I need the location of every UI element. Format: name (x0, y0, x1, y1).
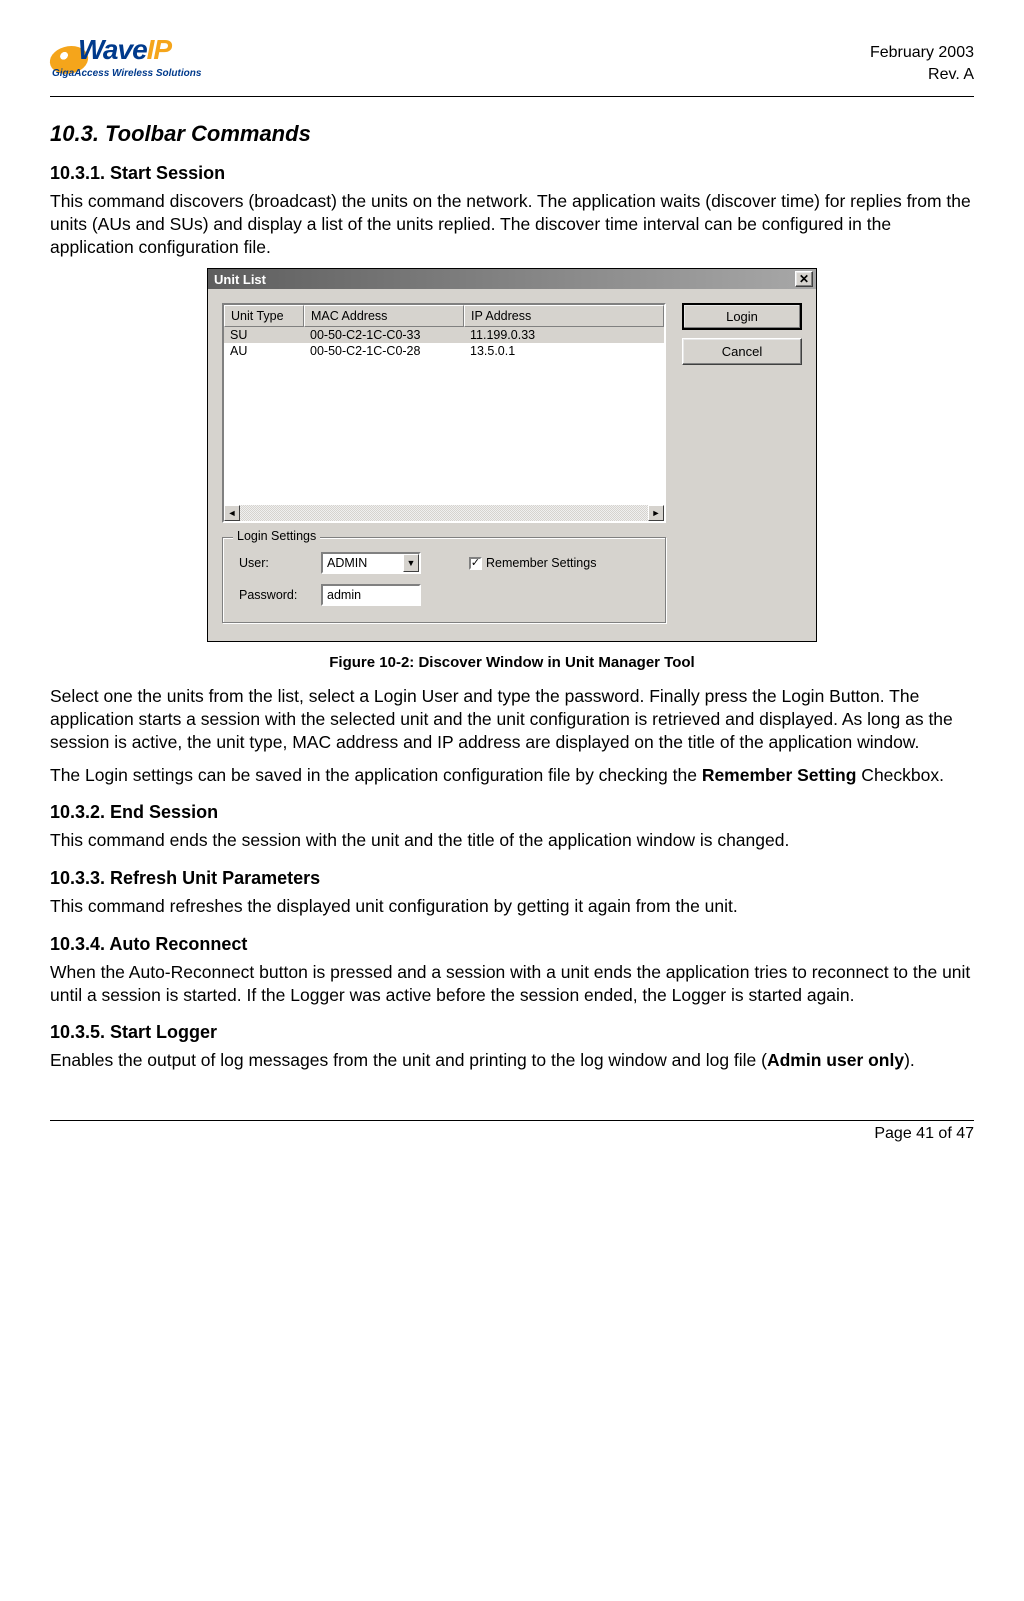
column-header-ip[interactable]: IP Address (464, 305, 664, 327)
dialog-title: Unit List (214, 272, 266, 287)
login-settings-fieldset: Login Settings User: ADMIN ▼ ✓ Remember … (222, 537, 666, 623)
subsection-end-session: 10.3.2. End Session (50, 802, 974, 823)
dialog-titlebar[interactable]: Unit List ✕ (208, 269, 816, 289)
logo-text: WaveIP (78, 34, 171, 66)
p2-bold: Remember Setting (702, 765, 857, 785)
post-figure-paragraph-1: Select one the units from the list, sele… (50, 685, 974, 753)
scroll-track[interactable] (240, 505, 648, 521)
cell-unit-type: SU (224, 327, 304, 343)
cell-ip: 13.5.0.1 (464, 343, 664, 359)
figure-caption: Figure 10-2: Discover Window in Unit Man… (50, 654, 974, 671)
header-rule (50, 96, 974, 97)
subsection-auto-reconnect: 10.3.4. Auto Reconnect (50, 934, 974, 955)
user-label: User: (239, 556, 313, 570)
chevron-down-icon: ▼ (407, 558, 416, 568)
subsection-start-session: 10.3.1. Start Session (50, 163, 974, 184)
login-button[interactable]: Login (682, 303, 802, 330)
list-row[interactable]: SU 00-50-C2-1C-C0-33 11.199.0.33 (224, 327, 664, 343)
logo: WaveIP GigaAccess Wireless Solutions (50, 30, 210, 90)
password-input[interactable]: admin (321, 584, 421, 606)
listview-headers: Unit Type MAC Address IP Address (224, 305, 664, 327)
cancel-button[interactable]: Cancel (682, 338, 802, 365)
list-row[interactable]: AU 00-50-C2-1C-C0-28 13.5.0.1 (224, 343, 664, 359)
horizontal-scrollbar[interactable]: ◄ ► (224, 505, 664, 521)
cell-ip: 11.199.0.33 (464, 327, 664, 343)
user-row: User: ADMIN ▼ ✓ Remember Settings (239, 552, 649, 574)
header-date: February 2003 (870, 42, 974, 64)
start-logger-paragraph: Enables the output of log messages from … (50, 1049, 974, 1072)
subsection-start-logger: 10.3.5. Start Logger (50, 1022, 974, 1043)
cell-mac: 00-50-C2-1C-C0-33 (304, 327, 464, 343)
p2-part-a: The Login settings can be saved in the a… (50, 765, 702, 785)
logo-tagline: GigaAccess Wireless Solutions (52, 68, 201, 79)
scroll-left-button[interactable]: ◄ (224, 505, 240, 521)
logger-part-c: ). (904, 1050, 915, 1070)
user-value: ADMIN (323, 554, 403, 572)
scroll-right-button[interactable]: ► (648, 505, 664, 521)
page-header: WaveIP GigaAccess Wireless Solutions Feb… (50, 30, 974, 90)
password-label: Password: (239, 588, 313, 602)
auto-reconnect-paragraph: When the Auto-Reconnect button is presse… (50, 961, 974, 1007)
remember-label: Remember Settings (486, 556, 596, 570)
password-row: Password: admin (239, 584, 649, 606)
refresh-paragraph: This command refreshes the displayed uni… (50, 895, 974, 918)
cell-mac: 00-50-C2-1C-C0-28 (304, 343, 464, 359)
close-icon: ✕ (799, 272, 809, 286)
header-meta: February 2003 Rev. A (870, 30, 974, 87)
unit-list-dialog: Unit List ✕ Unit Type MAC Address IP Add… (207, 268, 817, 642)
logger-bold: Admin user only (767, 1050, 904, 1070)
logger-part-a: Enables the output of log messages from … (50, 1050, 767, 1070)
remember-checkbox[interactable]: ✓ (469, 557, 482, 570)
dialog-figure: Unit List ✕ Unit Type MAC Address IP Add… (50, 268, 974, 642)
cell-unit-type: AU (224, 343, 304, 359)
end-session-paragraph: This command ends the session with the u… (50, 829, 974, 852)
subsection-refresh: 10.3.3. Refresh Unit Parameters (50, 868, 974, 889)
remember-settings-wrap[interactable]: ✓ Remember Settings (469, 556, 596, 570)
login-settings-legend: Login Settings (233, 529, 320, 543)
close-button[interactable]: ✕ (795, 271, 813, 287)
dialog-body: Unit Type MAC Address IP Address SU 00-5… (208, 289, 816, 641)
column-header-unit-type[interactable]: Unit Type (224, 305, 304, 327)
combobox-dropdown-button[interactable]: ▼ (403, 554, 419, 572)
arrow-left-icon: ◄ (228, 508, 237, 518)
user-combobox[interactable]: ADMIN ▼ (321, 552, 421, 574)
post-figure-paragraph-2: The Login settings can be saved in the a… (50, 764, 974, 787)
footer-rule (50, 1120, 974, 1121)
header-rev: Rev. A (870, 64, 974, 86)
dialog-right-column: Login Cancel (682, 303, 802, 623)
logo-suffix: IP (147, 34, 171, 65)
page-footer: Page 41 of 47 (0, 1125, 1024, 1163)
start-session-paragraph: This command discovers (broadcast) the u… (50, 190, 974, 258)
footer-page-num: 41 (916, 1125, 934, 1142)
section-title: 10.3. Toolbar Commands (50, 121, 974, 147)
unit-listview[interactable]: Unit Type MAC Address IP Address SU 00-5… (222, 303, 666, 523)
check-icon: ✓ (471, 559, 480, 568)
footer-prefix: Page (874, 1125, 916, 1142)
p2-part-c: Checkbox. (856, 765, 944, 785)
column-header-mac[interactable]: MAC Address (304, 305, 464, 327)
arrow-right-icon: ► (652, 508, 661, 518)
logo-prefix: Wave (78, 34, 147, 65)
footer-of: of 47 (934, 1125, 974, 1142)
dialog-left-column: Unit Type MAC Address IP Address SU 00-5… (222, 303, 666, 623)
